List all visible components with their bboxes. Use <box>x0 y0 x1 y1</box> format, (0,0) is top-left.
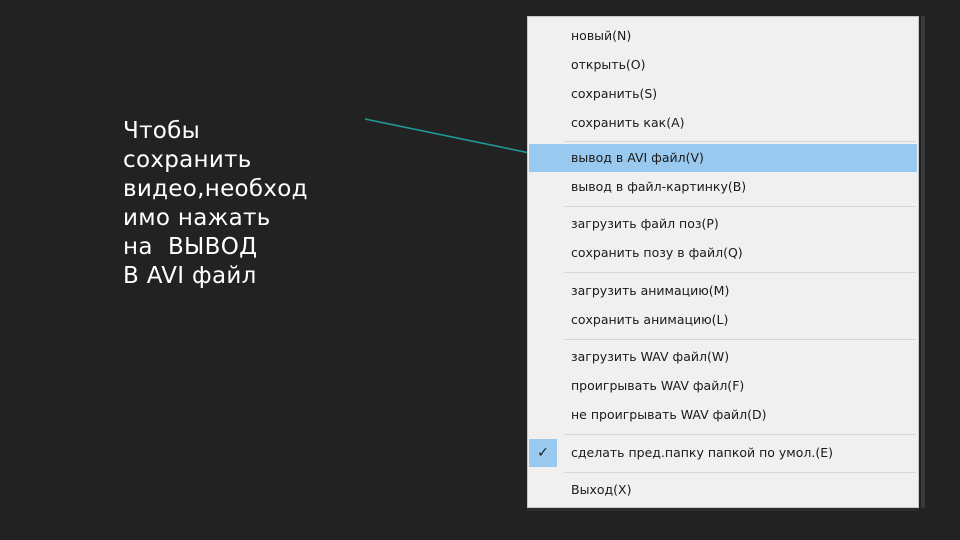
instruction-text: Чтобы сохранить видео,необход имо нажать… <box>123 117 358 291</box>
background-window-strip <box>527 508 919 511</box>
menu-separator <box>564 141 916 142</box>
menu-separator <box>564 434 916 435</box>
menu-item-export-image[interactable]: вывод в файл-картинку(B) <box>529 173 917 201</box>
menu-separator <box>564 272 916 273</box>
pointer-arrow-line <box>364 118 550 158</box>
menu-item-play-wav[interactable]: проигрывать WAV файл(F) <box>529 372 917 400</box>
instruction-line: на ВЫВОД <box>123 234 258 260</box>
instruction-line: Чтобы <box>123 118 201 144</box>
menu-item-export-avi[interactable]: вывод в AVI файл(V) <box>529 144 917 172</box>
menu-item-stop-wav[interactable]: не проигрывать WAV файл(D) <box>529 401 917 429</box>
instruction-line: имо нажать <box>123 205 271 231</box>
check-icon: ✓ <box>529 439 557 467</box>
menu-item-default-folder[interactable]: ✓ сделать пред.папку папкой по умол.(E) <box>529 439 917 467</box>
menu-item-load-animation[interactable]: загрузить анимацию(M) <box>529 277 917 305</box>
instruction-line: сохранить <box>123 147 252 173</box>
menu-item-save[interactable]: сохранить(S) <box>529 80 917 108</box>
menu-item-load-pose[interactable]: загрузить файл поз(P) <box>529 210 917 238</box>
menu-separator <box>564 339 916 340</box>
menu-item-save-pose[interactable]: сохранить позу в файл(Q) <box>529 239 917 267</box>
instruction-line: видео,необход <box>123 176 308 202</box>
background-window-edge <box>921 16 925 508</box>
menu-item-new[interactable]: новый(N) <box>529 22 917 50</box>
menu-item-load-wav[interactable]: загрузить WAV файл(W) <box>529 343 917 371</box>
file-menu: новый(N) открыть(O) сохранить(S) сохрани… <box>527 16 919 508</box>
menu-item-exit[interactable]: Выход(X) <box>529 476 917 504</box>
menu-separator <box>564 206 916 207</box>
menu-separator <box>564 472 916 473</box>
instruction-line: В AVI файл <box>123 263 257 289</box>
menu-item-save-as[interactable]: сохранить как(A) <box>529 109 917 137</box>
menu-item-open[interactable]: открыть(O) <box>529 51 917 79</box>
menu-item-save-animation[interactable]: сохранить анимацию(L) <box>529 306 917 334</box>
